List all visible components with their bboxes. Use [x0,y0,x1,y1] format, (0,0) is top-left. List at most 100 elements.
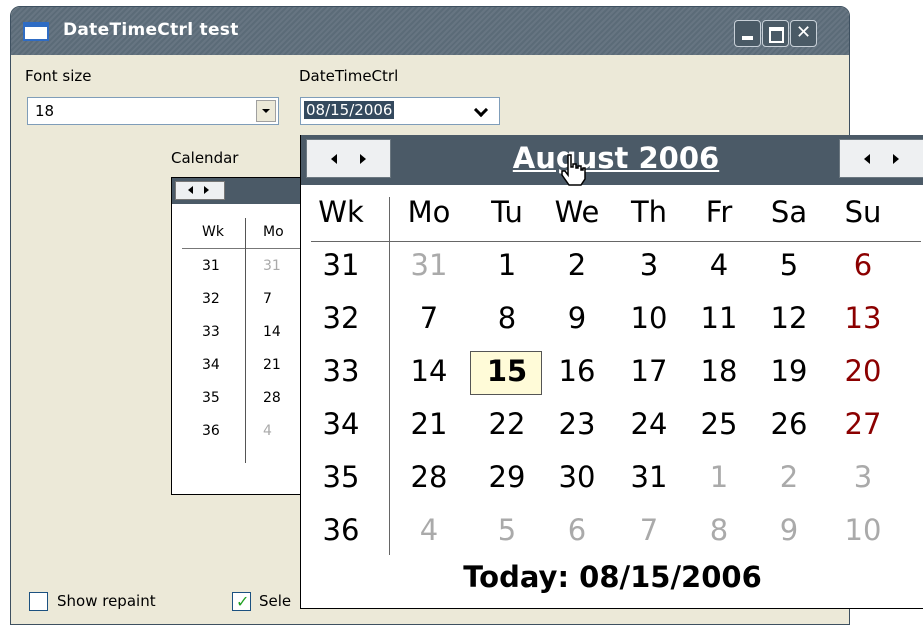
month-nav-buttons[interactable] [306,139,391,178]
day-cell[interactable]: 20 [828,354,898,388]
font-size-combobox[interactable]: 18 [27,97,279,125]
year-nav-buttons[interactable] [839,139,923,178]
day-cell[interactable]: 4 [684,248,754,282]
day-cell[interactable]: 8 [472,301,542,335]
calendar-nav-buttons[interactable] [175,181,225,200]
next-month-icon[interactable] [360,154,366,164]
day-cell[interactable]: 9 [542,301,612,335]
day-cell[interactable]: 21 [394,407,464,441]
day-cell[interactable]: 18 [684,354,754,388]
close-icon: ✕ [795,22,812,43]
day-cell[interactable]: 19 [754,354,824,388]
datetime-dropdown-button[interactable] [469,100,497,122]
day-cell[interactable]: 12 [754,301,824,335]
day-cell[interactable]: 14 [394,354,464,388]
divider [245,218,246,463]
day-cell[interactable]: 5 [472,513,542,547]
month-year-title[interactable]: August 2006 [501,141,731,175]
small-day-cell[interactable]: 4 [263,423,272,439]
small-day-cell[interactable]: 21 [263,357,281,373]
day-cell[interactable]: 9 [754,513,824,547]
day-cell[interactable]: 2 [754,460,824,494]
day-cell[interactable]: 28 [394,460,464,494]
hand-cursor-icon [561,154,586,186]
minimize-button[interactable] [734,20,761,47]
divider [389,197,390,555]
day-cell[interactable]: 6 [542,513,612,547]
day-cell[interactable]: 5 [754,248,824,282]
day-cell[interactable]: 11 [684,301,754,335]
small-header-mo: Mo [263,224,284,240]
select-label[interactable]: Sele [259,592,291,610]
week-number: 32 [322,301,360,335]
calendar-label: Calendar [171,149,239,167]
prev-year-icon[interactable] [864,154,870,164]
prev-month-icon[interactable] [331,154,337,164]
prev-month-icon[interactable] [188,186,193,194]
week-number: 31 [322,248,360,282]
day-cell[interactable]: 23 [542,407,612,441]
day-cell[interactable]: 7 [394,301,464,335]
datetime-ctrl[interactable]: 08/15/2006 [300,97,500,125]
day-cell[interactable]: 26 [754,407,824,441]
day-cell[interactable]: 31 [614,460,684,494]
close-button[interactable]: ✕ [790,20,817,47]
day-cell[interactable]: 27 [828,407,898,441]
week-column-header: Wk [318,195,364,229]
week-number: 34 [322,407,360,441]
font-size-label: Font size [25,67,92,85]
font-size-value: 18 [35,102,55,120]
weekday-header: Su [844,195,882,229]
day-cell[interactable]: 17 [614,354,684,388]
day-cell[interactable]: 4 [394,513,464,547]
small-week-number: 36 [202,423,220,439]
maximize-button[interactable] [762,20,789,47]
select-checkbox[interactable]: ✓ [232,592,251,611]
weekday-header: Tu [491,195,523,229]
day-cell[interactable]: 8 [684,513,754,547]
day-cell[interactable]: 7 [614,513,684,547]
small-week-number: 35 [202,390,220,406]
small-day-cell[interactable]: 31 [263,258,281,274]
day-cell[interactable]: 3 [828,460,898,494]
small-week-number: 34 [202,357,220,373]
day-cell[interactable]: 22 [472,407,542,441]
today-label[interactable]: Today: 08/15/2006 [301,560,923,594]
weekday-header: We [554,195,600,229]
next-year-icon[interactable] [893,154,899,164]
day-cell[interactable]: 13 [828,301,898,335]
day-cell[interactable]: 1 [472,248,542,282]
weekday-header: Fr [705,195,733,229]
small-header-wk: Wk [202,224,224,240]
day-cell[interactable]: 2 [542,248,612,282]
day-cell[interactable]: 16 [542,354,612,388]
font-size-dropdown-button[interactable] [256,100,276,122]
show-repaint-label[interactable]: Show repaint [57,592,156,610]
day-cell[interactable]: 10 [828,513,898,547]
calendar-popup[interactable]: August 2006 Today: 08/15/2006 Wk Mo Tu We Th… [300,135,923,609]
day-cell[interactable]: 10 [614,301,684,335]
divider [311,241,921,242]
small-day-cell[interactable]: 7 [263,291,272,307]
day-cell[interactable]: 1 [684,460,754,494]
small-day-cell[interactable]: 14 [263,324,281,340]
selected-day-cell[interactable]: 15 [472,354,542,388]
week-number: 33 [322,354,360,388]
day-cell[interactable]: 29 [472,460,542,494]
day-cell[interactable]: 25 [684,407,754,441]
popup-header: August 2006 [301,135,923,186]
day-cell[interactable]: 6 [828,248,898,282]
title-bar[interactable]: DateTimeCtrl test ✕ [11,7,849,55]
window-title: DateTimeCtrl test [63,20,239,40]
show-repaint-checkbox[interactable] [29,592,48,611]
day-cell[interactable]: 3 [614,248,684,282]
next-month-icon[interactable] [204,186,209,194]
weekday-header: Th [630,195,668,229]
day-cell[interactable]: 24 [614,407,684,441]
chevron-down-icon [262,109,270,113]
datetime-value[interactable]: 08/15/2006 [304,101,395,119]
small-week-number: 32 [202,291,220,307]
day-cell[interactable]: 30 [542,460,612,494]
day-cell[interactable]: 31 [394,248,464,282]
small-day-cell[interactable]: 28 [263,390,281,406]
